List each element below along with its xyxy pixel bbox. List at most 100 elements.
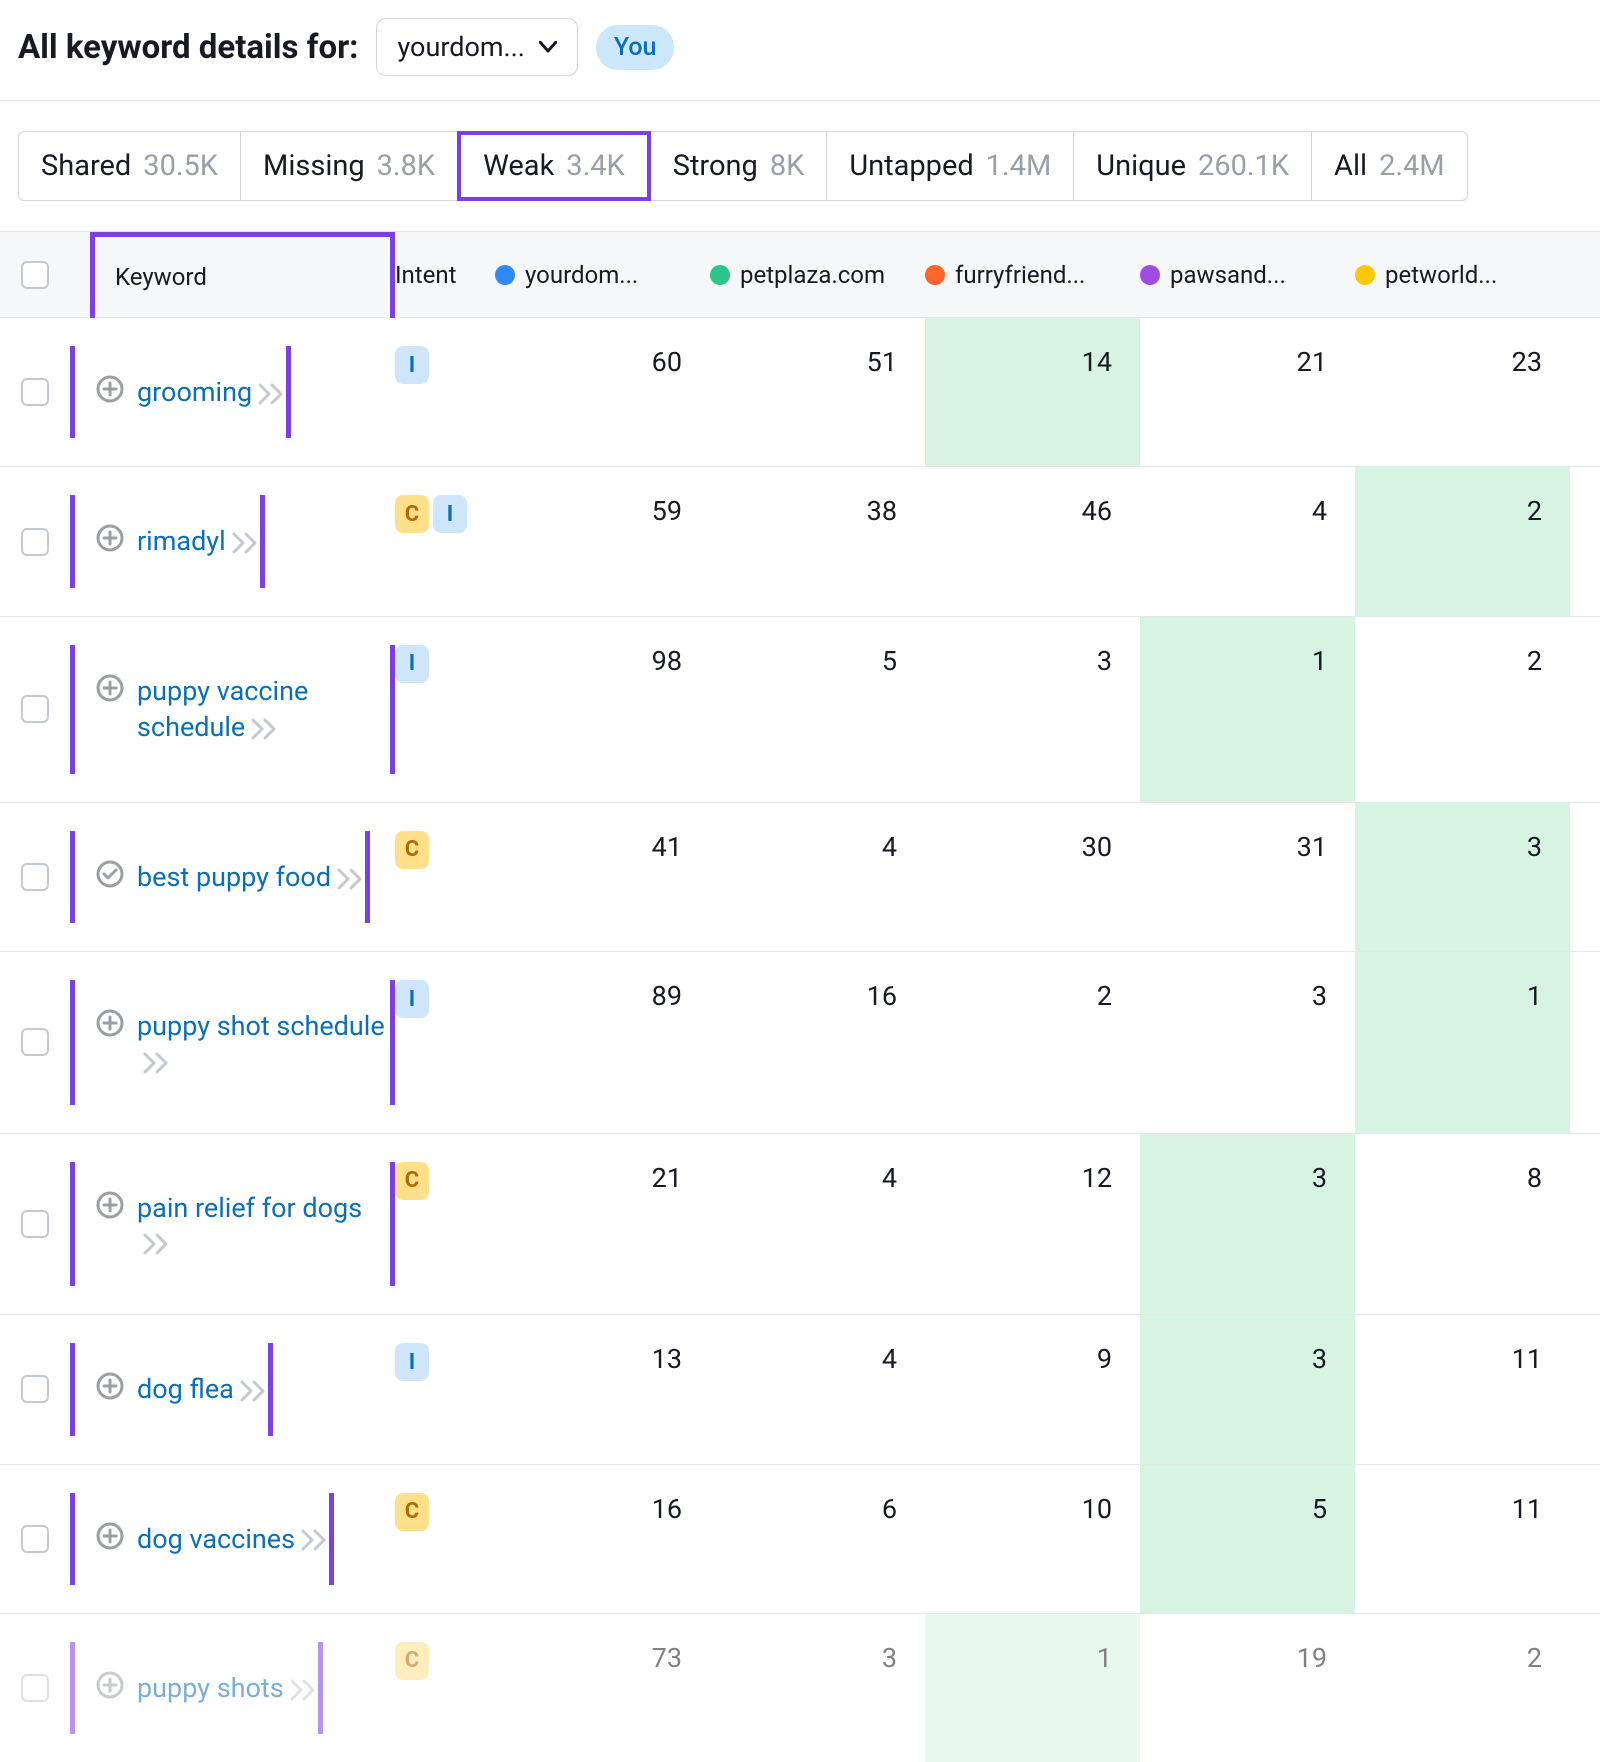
rank-cell[interactable]: 12 <box>925 1134 1140 1314</box>
plus-circle-icon[interactable] <box>95 1190 125 1220</box>
keyword-link[interactable]: pain relief for dogs <box>137 1192 362 1224</box>
rank-cell[interactable]: 2 <box>1355 617 1570 802</box>
check-circle-icon[interactable] <box>95 859 125 889</box>
rank-cell[interactable]: 11 <box>1355 1315 1570 1463</box>
rank-cell[interactable]: 21 <box>1140 318 1355 466</box>
rank-cell[interactable]: 3 <box>925 617 1140 802</box>
rank-cell[interactable]: 1 <box>1355 952 1570 1132</box>
rank-cell[interactable]: 16 <box>710 952 925 1132</box>
row-checkbox[interactable] <box>21 528 49 556</box>
intent-badge-i[interactable]: I <box>395 346 429 384</box>
col-domain-4[interactable]: petworld... <box>1355 261 1570 289</box>
rank-cell[interactable]: 11 <box>1355 1465 1570 1613</box>
rank-cell[interactable]: 4 <box>710 803 925 951</box>
chevron-double-right-icon[interactable] <box>331 861 365 893</box>
plus-circle-icon[interactable] <box>95 374 125 404</box>
intent-badge-i[interactable]: I <box>395 1343 429 1381</box>
rank-cell[interactable]: 8 <box>1355 1134 1570 1314</box>
row-checkbox[interactable] <box>21 863 49 891</box>
plus-circle-icon[interactable] <box>95 523 125 553</box>
col-intent[interactable]: Intent <box>395 261 495 289</box>
rank-cell[interactable]: 30 <box>925 803 1140 951</box>
keyword-link[interactable]: dog vaccines <box>137 1523 295 1555</box>
rank-cell[interactable]: 3 <box>710 1614 925 1762</box>
plus-circle-icon[interactable] <box>95 673 125 703</box>
rank-cell[interactable]: 38 <box>710 467 925 615</box>
keyword-link[interactable]: puppy vaccine schedule <box>137 675 308 743</box>
intent-badge-c[interactable]: C <box>395 1162 429 1200</box>
rank-cell[interactable]: 1 <box>1140 617 1355 802</box>
rank-cell[interactable]: 89 <box>495 952 710 1132</box>
keyword-link[interactable]: puppy shots <box>137 1672 284 1704</box>
row-checkbox[interactable] <box>21 1210 49 1238</box>
rank-cell[interactable]: 16 <box>495 1465 710 1613</box>
rank-cell[interactable]: 5 <box>710 617 925 802</box>
rank-cell[interactable]: 31 <box>1140 803 1355 951</box>
domain-select[interactable]: yourdom... <box>376 18 577 76</box>
chevron-double-right-icon[interactable] <box>137 1226 171 1258</box>
intent-badge-i[interactable]: I <box>395 980 429 1018</box>
rank-cell[interactable]: 13 <box>495 1315 710 1463</box>
rank-cell[interactable]: 9 <box>925 1315 1140 1463</box>
rank-cell[interactable]: 3 <box>1140 952 1355 1132</box>
rank-cell[interactable]: 10 <box>925 1465 1140 1613</box>
keyword-link[interactable]: best puppy food <box>137 861 331 893</box>
filter-tab-untapped[interactable]: Untapped1.4M <box>826 131 1074 201</box>
rank-cell[interactable]: 14 <box>925 318 1140 466</box>
intent-badge-i[interactable]: I <box>395 645 429 683</box>
keyword-link[interactable]: puppy shot schedule <box>137 1010 385 1042</box>
intent-badge-c[interactable]: C <box>395 1493 429 1531</box>
rank-cell[interactable]: 1 <box>925 1614 1140 1762</box>
rank-cell[interactable]: 21 <box>495 1134 710 1314</box>
rank-cell[interactable]: 46 <box>925 467 1140 615</box>
intent-badge-c[interactable]: C <box>395 1642 429 1680</box>
rank-cell[interactable]: 4 <box>710 1134 925 1314</box>
intent-badge-i[interactable]: I <box>433 495 467 533</box>
col-domain-1[interactable]: petplaza.com <box>710 261 925 289</box>
plus-circle-icon[interactable] <box>95 1521 125 1551</box>
intent-badge-c[interactable]: C <box>395 831 429 869</box>
rank-cell[interactable]: 6 <box>710 1465 925 1613</box>
row-checkbox[interactable] <box>21 1674 49 1702</box>
col-domain-3[interactable]: pawsand... <box>1140 261 1355 289</box>
row-checkbox[interactable] <box>21 1525 49 1553</box>
row-checkbox[interactable] <box>21 695 49 723</box>
rank-cell[interactable]: 41 <box>495 803 710 951</box>
filter-tab-unique[interactable]: Unique260.1K <box>1073 131 1312 201</box>
keyword-link[interactable]: rimadyl <box>137 525 226 557</box>
filter-tab-all[interactable]: All2.4M <box>1311 131 1468 201</box>
rank-cell[interactable]: 3 <box>1140 1134 1355 1314</box>
filter-tab-shared[interactable]: Shared30.5K <box>18 131 241 201</box>
plus-circle-icon[interactable] <box>95 1670 125 1700</box>
intent-badge-c[interactable]: C <box>395 495 429 533</box>
chevron-double-right-icon[interactable] <box>226 525 260 557</box>
filter-tab-missing[interactable]: Missing3.8K <box>240 131 458 201</box>
filter-tab-weak[interactable]: Weak3.4K <box>457 131 651 201</box>
chevron-double-right-icon[interactable] <box>284 1672 318 1704</box>
chevron-double-right-icon[interactable] <box>137 1045 171 1077</box>
rank-cell[interactable]: 2 <box>1355 467 1570 615</box>
rank-cell[interactable]: 4 <box>1140 467 1355 615</box>
chevron-double-right-icon[interactable] <box>245 711 279 743</box>
col-domain-2[interactable]: furryfriend... <box>925 261 1140 289</box>
rank-cell[interactable]: 51 <box>710 318 925 466</box>
rank-cell[interactable]: 4 <box>710 1315 925 1463</box>
rank-cell[interactable]: 3 <box>1140 1315 1355 1463</box>
chevron-double-right-icon[interactable] <box>252 376 286 408</box>
row-checkbox[interactable] <box>21 1028 49 1056</box>
keyword-link[interactable]: grooming <box>137 376 252 408</box>
rank-cell[interactable]: 98 <box>495 617 710 802</box>
plus-circle-icon[interactable] <box>95 1371 125 1401</box>
rank-cell[interactable]: 5 <box>1140 1465 1355 1613</box>
rank-cell[interactable]: 19 <box>1140 1614 1355 1762</box>
rank-cell[interactable]: 59 <box>495 467 710 615</box>
rank-cell[interactable]: 23 <box>1355 318 1570 466</box>
row-checkbox[interactable] <box>21 378 49 406</box>
rank-cell[interactable]: 2 <box>1355 1614 1570 1762</box>
chevron-double-right-icon[interactable] <box>234 1373 268 1405</box>
keyword-link[interactable]: dog flea <box>137 1373 234 1405</box>
chevron-double-right-icon[interactable] <box>295 1523 329 1555</box>
rank-cell[interactable]: 73 <box>495 1614 710 1762</box>
col-keyword[interactable]: Keyword <box>70 232 395 318</box>
filter-tab-strong[interactable]: Strong8K <box>650 131 828 201</box>
